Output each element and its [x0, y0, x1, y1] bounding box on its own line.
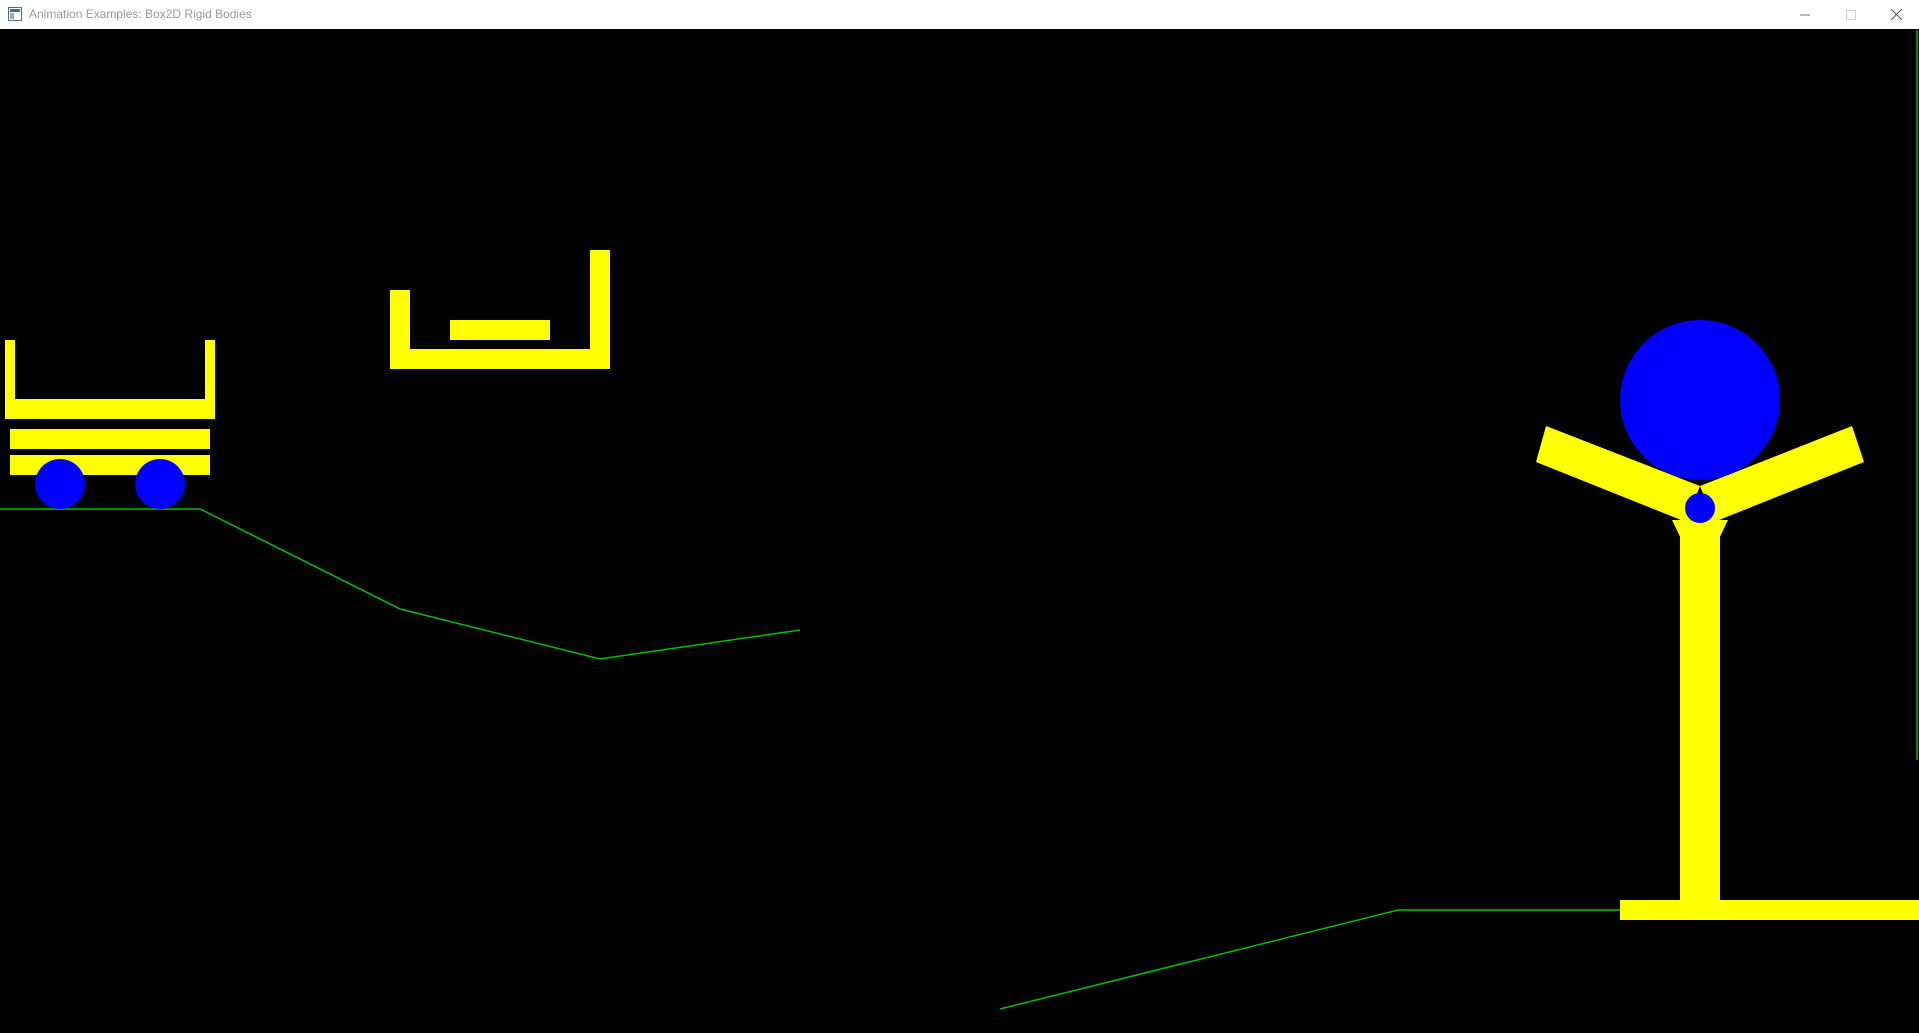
cart-wheel-right: [135, 459, 185, 509]
canvas-background: [0, 29, 1919, 1033]
maximize-icon: [1846, 9, 1856, 20]
app-window: Animation Examples: Box2D Rigid Bodies: [0, 0, 1919, 1033]
window-title: Animation Examples: Box2D Rigid Bodies: [29, 7, 252, 21]
app-icon: [8, 7, 22, 21]
basket-bottom: [390, 349, 610, 369]
stand-base: [1620, 900, 1919, 920]
cart-tray-bottom: [5, 399, 215, 419]
title-bar[interactable]: Animation Examples: Box2D Rigid Bodies: [0, 0, 1919, 29]
basket-block: [450, 320, 550, 340]
close-button[interactable]: [1873, 0, 1919, 29]
stand-pole: [1680, 510, 1720, 910]
close-icon: [1890, 9, 1902, 20]
cart-wheel-left: [35, 459, 85, 509]
cart-plank-upper: [10, 429, 210, 449]
physics-canvas[interactable]: [0, 29, 1919, 1033]
minimize-button[interactable]: [1782, 0, 1828, 29]
minimize-icon: [1800, 14, 1810, 15]
big-ball: [1620, 320, 1780, 480]
maximize-button[interactable]: [1828, 0, 1874, 29]
stand-pivot-ball: [1685, 493, 1715, 523]
